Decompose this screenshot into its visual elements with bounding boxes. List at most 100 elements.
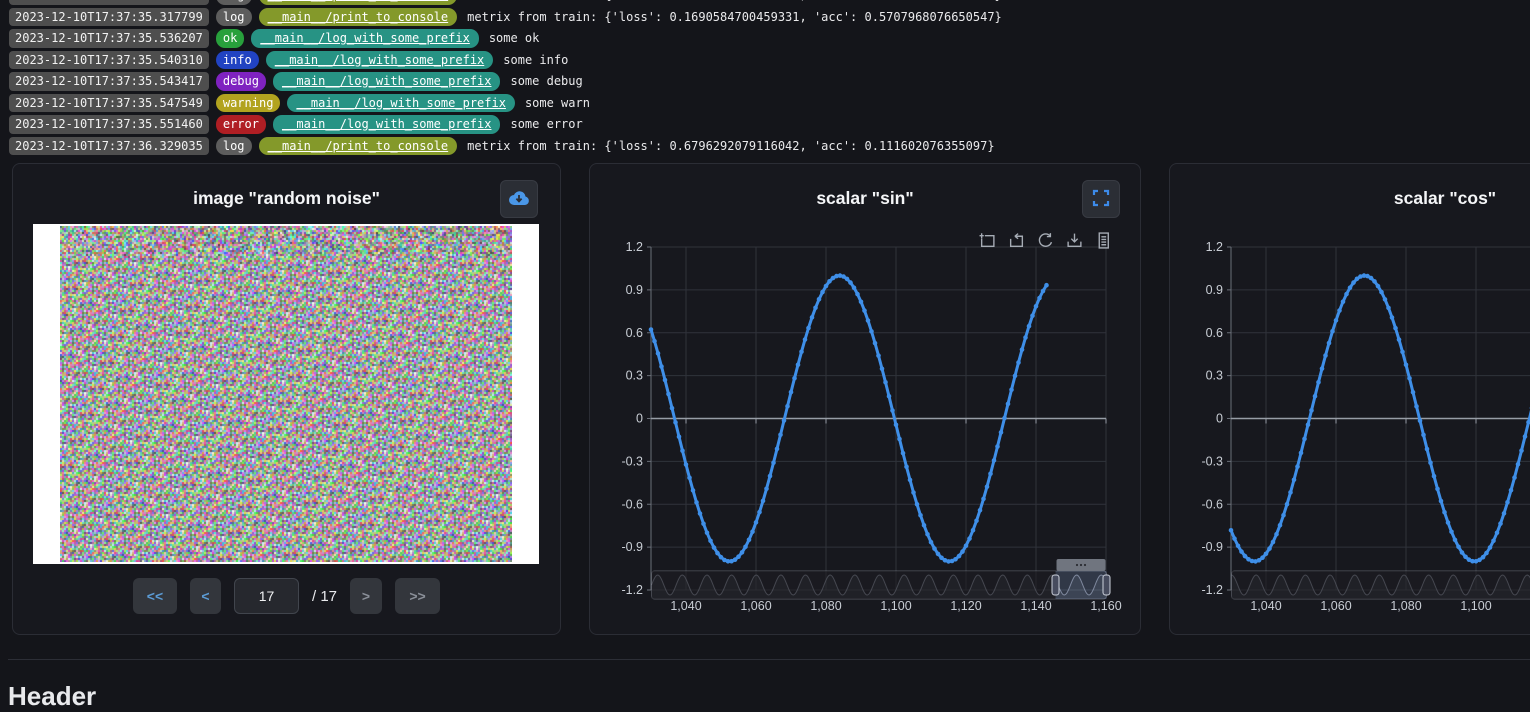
- prev-page-button[interactable]: <: [190, 578, 221, 614]
- data-point: [1327, 341, 1332, 346]
- log-message: some warn: [522, 96, 590, 110]
- data-point: [806, 326, 811, 331]
- data-point: [803, 337, 808, 342]
- data-point: [687, 475, 692, 480]
- data-point: [1313, 394, 1318, 399]
- data-point: [1491, 539, 1496, 544]
- data-point: [1341, 299, 1346, 304]
- data-point: [1379, 290, 1384, 295]
- log-level-badge: warning: [216, 94, 281, 113]
- data-point: [1484, 551, 1489, 556]
- log-level-badge: ok: [216, 29, 244, 48]
- data-point: [1439, 499, 1444, 504]
- slider-handle-right[interactable]: [1103, 575, 1110, 595]
- first-page-button[interactable]: <<: [133, 578, 177, 614]
- image-pager: << < / 17 > >>: [13, 578, 560, 614]
- log-source-badge: __main__/print_to_console: [259, 8, 458, 27]
- data-point: [1288, 490, 1293, 495]
- data-point: [1278, 523, 1283, 528]
- data-point: [859, 300, 864, 305]
- data-point: [869, 329, 874, 334]
- cloud-download-button[interactable]: [500, 180, 538, 218]
- data-point: [1442, 510, 1447, 515]
- data-point: [712, 545, 717, 550]
- x-axis-label: 1,120: [950, 599, 981, 613]
- log-row: 2023-12-10T17:37:35.543417 debug __main_…: [9, 72, 1002, 91]
- data-point: [824, 284, 829, 289]
- data-point: [1348, 285, 1353, 290]
- log-row: 2023-12-10T17:37:35.551460 error __main_…: [9, 115, 1002, 134]
- data-point: [974, 519, 979, 524]
- log-level-badge: log: [216, 137, 252, 156]
- data-point: [1509, 488, 1514, 493]
- log-level-badge: error: [216, 115, 266, 134]
- data-point: [754, 520, 759, 525]
- data-point: [698, 511, 703, 516]
- data-point: [925, 532, 930, 537]
- data-point: [1505, 500, 1510, 505]
- refresh-icon[interactable]: [1037, 232, 1054, 249]
- x-axis-label: 1,060: [740, 599, 771, 613]
- data-point: [1421, 433, 1426, 438]
- data-point: [782, 418, 787, 423]
- data-point: [1030, 313, 1035, 318]
- slider-window[interactable]: [1056, 571, 1107, 599]
- data-point: [866, 318, 871, 323]
- data-point: [960, 549, 965, 554]
- data-point: [1411, 390, 1416, 395]
- y-axis-label: 1.2: [1206, 240, 1223, 254]
- x-axis-label: 1,100: [880, 599, 911, 613]
- y-axis-label: -0.3: [621, 454, 643, 468]
- data-point: [897, 437, 902, 442]
- data-point: [656, 351, 661, 356]
- log-level-badge: log: [216, 0, 252, 5]
- data-point: [705, 531, 710, 536]
- data-point: [684, 462, 689, 467]
- marquee-zoom-icon[interactable]: [979, 232, 996, 249]
- restore-icon[interactable]: [1008, 232, 1025, 249]
- sin-card-title: scalar "sin": [590, 188, 1140, 209]
- y-axis-label: 0.9: [626, 283, 643, 297]
- data-point: [1481, 555, 1486, 560]
- data-point: [659, 364, 664, 369]
- data-point: [880, 366, 885, 371]
- log-message: some info: [500, 53, 568, 67]
- grip-dot: [1080, 564, 1082, 566]
- datazoom-slider[interactable]: [652, 559, 1111, 599]
- page-number-input[interactable]: [234, 578, 299, 614]
- data-point: [799, 350, 804, 355]
- x-axis-label: 1,080: [810, 599, 841, 613]
- scalar-sin-card: 1.20.90.60.30-0.3-0.6-0.9-1.21,0401,0601…: [589, 163, 1141, 635]
- log-message: some ok: [486, 31, 540, 45]
- page-total-label: / 17: [312, 588, 337, 605]
- data-point: [1414, 404, 1419, 409]
- data-point: [1009, 387, 1014, 392]
- slider-dim-left: [1232, 571, 1530, 599]
- data-view-icon[interactable]: [1095, 232, 1112, 249]
- y-axis-label: 0.3: [626, 369, 643, 383]
- data-point: [967, 536, 972, 541]
- data-point: [827, 279, 832, 284]
- download-icon[interactable]: [1066, 232, 1083, 249]
- x-axis-label: 1,140: [1020, 599, 1051, 613]
- data-point: [1330, 329, 1335, 334]
- cos-chart[interactable]: 1.20.90.60.30-0.3-0.6-0.9-1.21,0401,0601…: [1170, 164, 1530, 624]
- slider-handle-left[interactable]: [1052, 575, 1059, 595]
- y-axis-label: 0.3: [1206, 369, 1223, 383]
- datazoom-slider[interactable]: [1232, 559, 1530, 599]
- fullscreen-button[interactable]: [1082, 180, 1120, 218]
- data-point: [1393, 326, 1398, 331]
- data-point: [743, 545, 748, 550]
- data-point: [929, 540, 934, 545]
- data-point: [964, 543, 969, 548]
- x-axis-label: 1,040: [1250, 599, 1281, 613]
- data-point: [736, 554, 741, 559]
- data-point: [792, 376, 797, 381]
- data-point: [694, 500, 699, 505]
- y-axis-label: 0.6: [1206, 326, 1223, 340]
- data-point: [666, 392, 671, 397]
- data-point: [988, 472, 993, 477]
- last-page-button[interactable]: >>: [395, 578, 440, 614]
- next-page-button[interactable]: >: [350, 578, 382, 614]
- y-axis-label: 1.2: [626, 240, 643, 254]
